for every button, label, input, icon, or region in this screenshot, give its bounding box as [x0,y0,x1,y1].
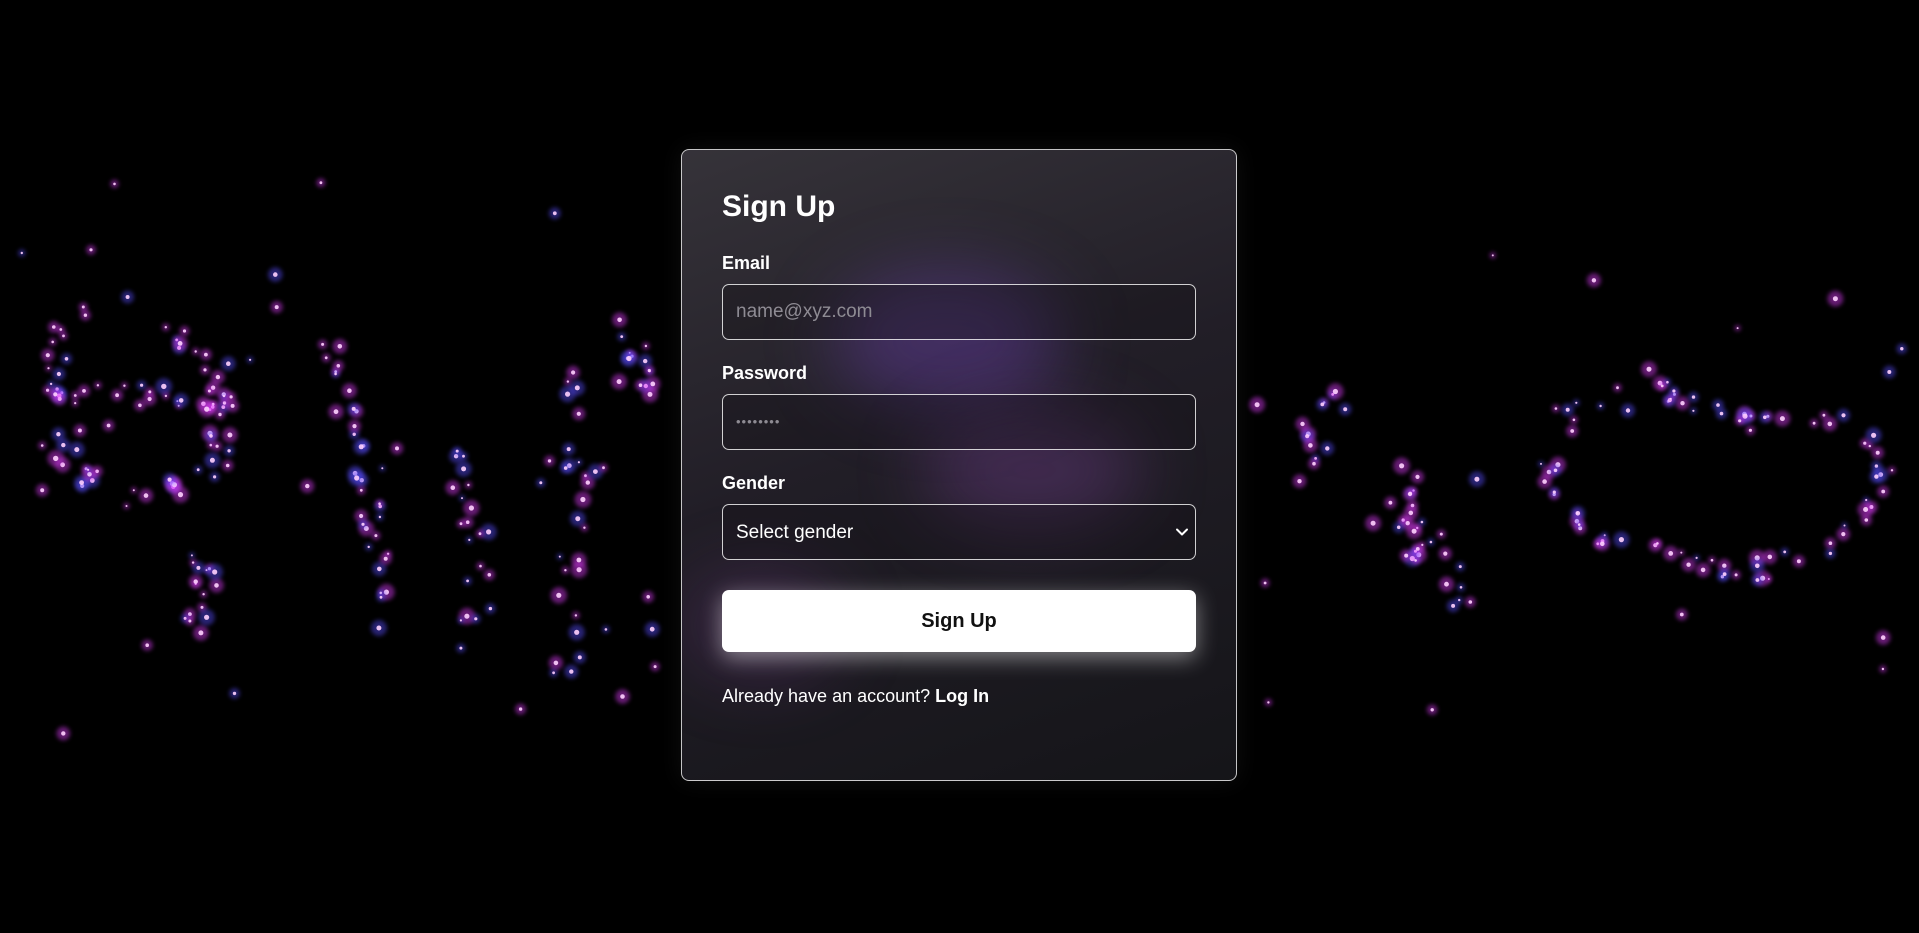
email-label: Email [722,253,771,273]
password-label: Password [722,363,808,383]
login-link[interactable]: Log In [935,686,989,706]
page-title: Sign Up [722,190,836,223]
login-prompt: Already have an account? Log In [722,685,1196,707]
email-field[interactable] [722,284,1196,340]
page-background: Sign Up Email Password •••••••• Gender S… [0,0,1919,933]
signup-button[interactable]: Sign Up [722,590,1196,652]
password-field-wrapper: •••••••• [722,394,1196,450]
login-prompt-text: Already have an account? [722,686,931,706]
password-field[interactable] [722,394,1196,450]
gender-select[interactable]: Select gender [722,504,1196,560]
signup-card: Sign Up Email Password •••••••• Gender S… [681,149,1237,781]
gender-label: Gender [722,473,786,493]
gender-select-value: Select gender [722,504,1196,560]
chevron-down-icon [1176,528,1188,536]
